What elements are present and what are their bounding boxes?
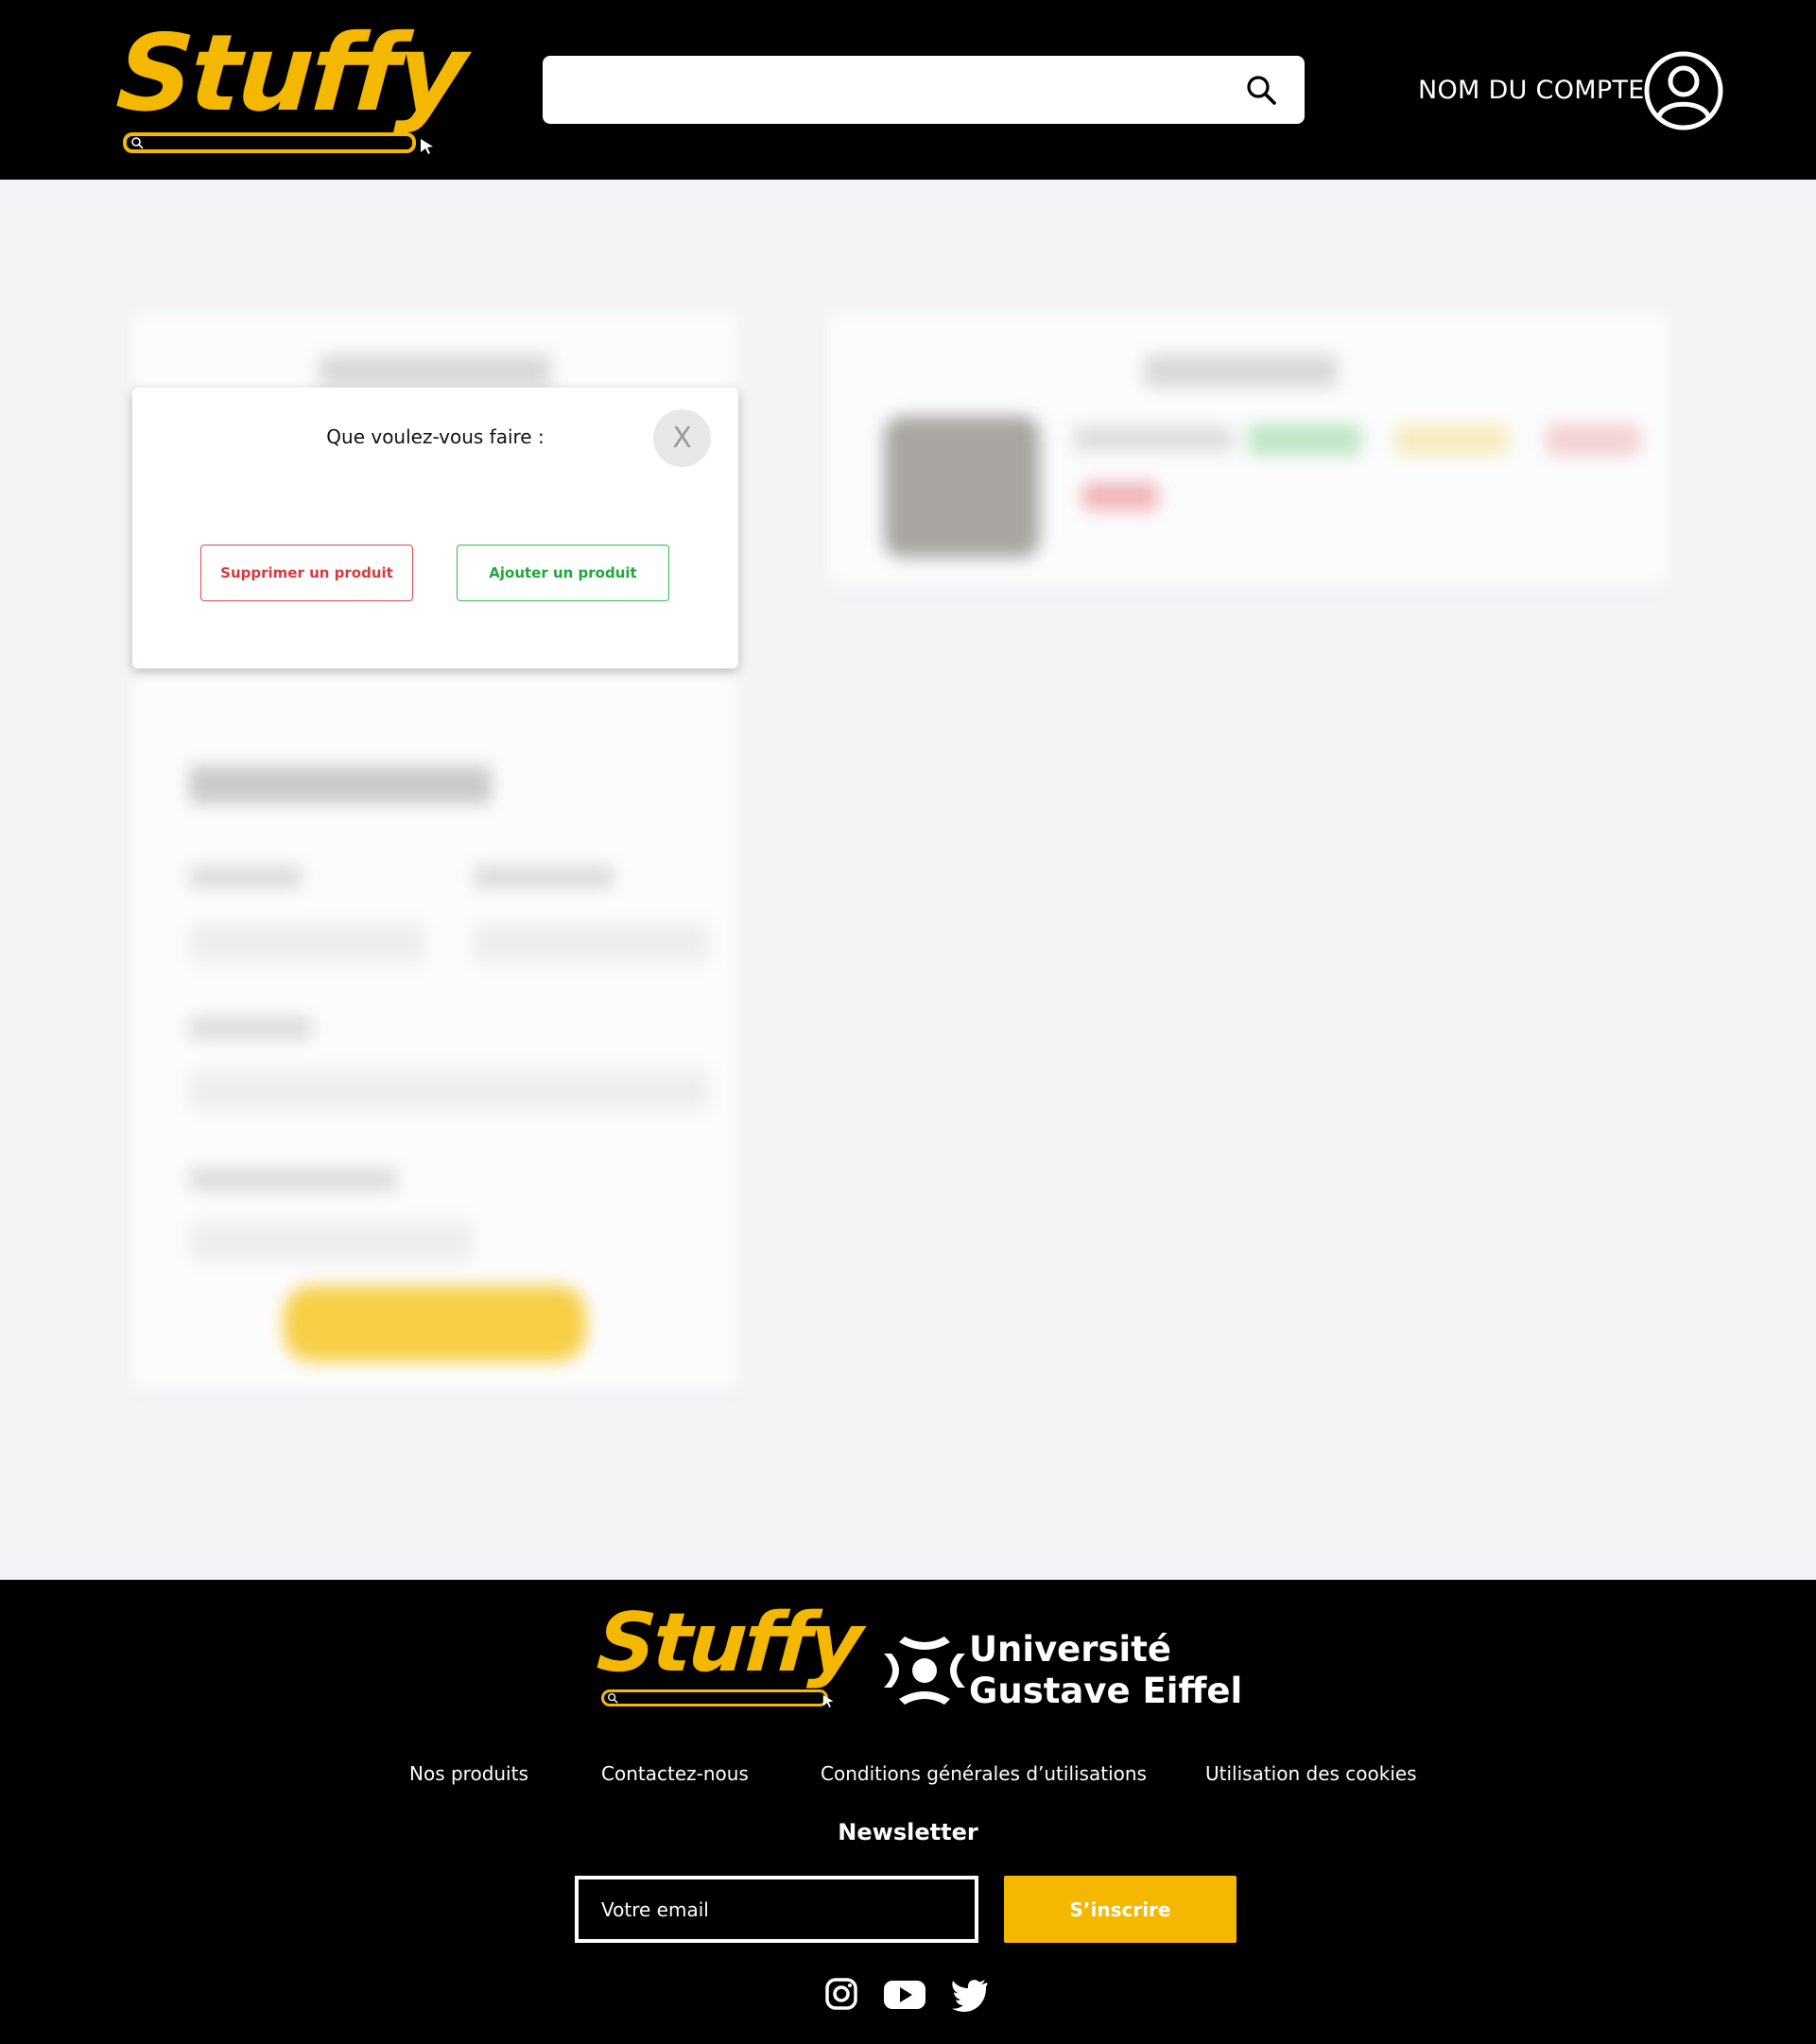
footer-logo-search-bar bbox=[601, 1689, 828, 1706]
account-name[interactable]: NOM DU COMPTE bbox=[1418, 76, 1645, 105]
twitter-icon[interactable] bbox=[951, 1975, 989, 2013]
footer-link-contact[interactable]: Contactez-nous bbox=[601, 1762, 749, 1785]
header: Stuffy NOM DU COMPTE bbox=[0, 0, 1816, 180]
university-name: Université Gustave Eiffel bbox=[969, 1629, 1242, 1712]
logo-text: Stuffy bbox=[112, 12, 468, 135]
footer-link-terms[interactable]: Conditions générales d’utilisations bbox=[821, 1762, 1147, 1785]
universite-gustave-eiffel-logo-icon bbox=[884, 1637, 965, 1705]
stuffy-logo[interactable]: Stuffy bbox=[112, 12, 468, 158]
university-line-1: Université bbox=[969, 1629, 1172, 1670]
subscribe-button[interactable]: S’inscrire bbox=[1004, 1876, 1237, 1943]
footer-stuffy-logo[interactable]: Stuffy bbox=[594, 1596, 863, 1716]
search-bar bbox=[543, 56, 1305, 124]
delete-product-button[interactable]: Supprimer un produit bbox=[200, 545, 413, 601]
add-product-button[interactable]: Ajouter un produit bbox=[457, 545, 669, 601]
footer: Stuffy Université Gustave Eiffel Nos pro… bbox=[0, 1580, 1816, 2044]
close-button[interactable]: X bbox=[653, 409, 711, 467]
search-input[interactable] bbox=[543, 56, 1223, 124]
footer-logo-magnifier-icon bbox=[608, 1693, 618, 1704]
search-icon[interactable] bbox=[1244, 73, 1278, 107]
action-modal: Que voulez-vous faire : X Supprimer un p… bbox=[132, 388, 738, 668]
logo-magnifier-icon bbox=[131, 137, 144, 149]
logo-search-bar bbox=[123, 132, 416, 153]
user-avatar-icon[interactable] bbox=[1644, 51, 1723, 130]
instagram-icon[interactable] bbox=[822, 1975, 860, 2013]
newsletter-title: Newsletter bbox=[838, 1819, 978, 1845]
newsletter-email-input[interactable] bbox=[575, 1876, 978, 1943]
modal-title: Que voulez-vous faire : bbox=[326, 425, 545, 448]
footer-link-products[interactable]: Nos produits bbox=[409, 1762, 528, 1785]
logo-cursor-icon bbox=[421, 139, 433, 154]
blurred-right-card bbox=[827, 312, 1669, 586]
footer-link-cookies[interactable]: Utilisation des cookies bbox=[1205, 1762, 1417, 1785]
youtube-icon[interactable] bbox=[883, 1975, 926, 2013]
university-line-2: Gustave Eiffel bbox=[969, 1671, 1243, 1711]
footer-logo-cursor-icon bbox=[822, 1695, 834, 1707]
footer-logo-text: Stuffy bbox=[594, 1596, 863, 1690]
